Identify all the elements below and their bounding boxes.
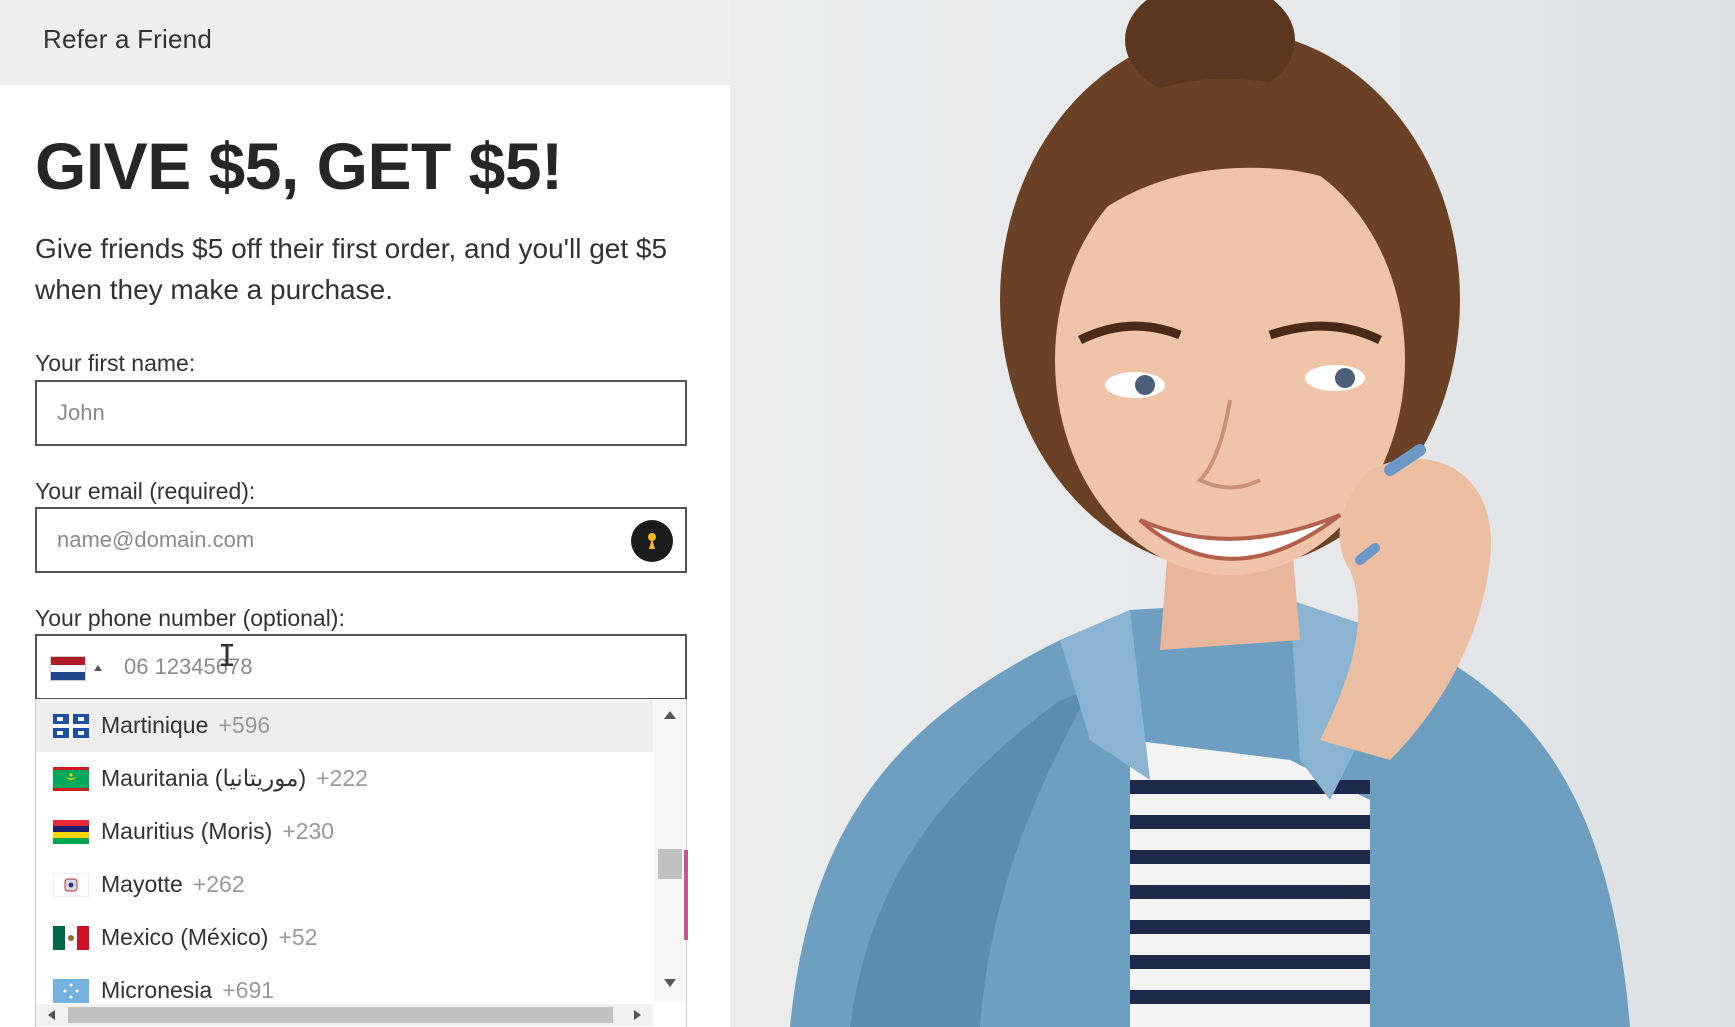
scroll-up-arrow-icon[interactable] [664,711,676,719]
scroll-down-arrow-icon[interactable] [664,979,676,987]
hero-photo [730,0,1735,1027]
vertical-scroll-thumb[interactable] [658,849,682,879]
top-bar: Refer a Friend [0,0,730,85]
submit-button-edge [684,850,688,940]
first-name-label: Your first name: [35,350,196,376]
keyhole-icon-bottom [649,538,655,549]
country-dial-code: +52 [278,924,318,950]
country-option-mayotte[interactable]: Mayotte +262 [36,858,653,911]
horizontal-scroll-thumb[interactable] [68,1007,613,1023]
vertical-scrollbar[interactable] [654,699,686,1002]
email-field-wrapper [35,507,687,573]
email-label: Your email (required): [35,478,256,504]
promo-subtitle: Give friends $5 off their first order, a… [35,233,668,305]
country-name: Micronesia [101,977,213,1003]
martinique-flag-icon [53,713,89,738]
mayotte-flag-icon [53,872,89,897]
referral-panel: Refer a Friend GIVE $5, GET $5! Give fri… [0,0,730,1027]
horizontal-scrollbar[interactable] [36,1004,653,1026]
email-input[interactable] [37,509,685,571]
mauritania-flag-icon [53,766,89,791]
text-cursor-icon: I [218,639,237,674]
mexico-flag-icon [53,925,89,950]
country-option-mexico[interactable]: Mexico (México) +52 [36,911,653,964]
country-dial-code: +596 [218,712,271,738]
mauritius-flag-icon [53,819,89,844]
password-manager-icon[interactable] [631,520,673,562]
country-name: Mexico (México) [101,924,269,950]
country-name: Mauritania (موريتانيا) [101,765,307,791]
country-dial-code: +262 [192,871,245,897]
country-name: Mauritius (Moris) [101,818,273,844]
first-name-field-wrapper [35,380,687,446]
promo-headline: GIVE $5, GET $5! [35,129,563,203]
phone-input[interactable] [37,636,685,698]
smiling-woman-illustration [790,0,1630,1027]
micronesia-flag-icon [53,978,89,1003]
country-dial-code: +222 [316,765,368,791]
phone-label: Your phone number (optional): [35,605,345,631]
country-code-selector[interactable] [50,656,106,682]
country-option-mauritania[interactable]: Mauritania (موريتانيا) +222 [36,752,653,805]
page-title: Refer a Friend [43,24,212,54]
country-dial-code: +230 [282,818,335,844]
phone-field-wrapper [35,634,687,700]
netherlands-flag-icon [50,656,86,681]
country-option-martinique[interactable]: Martinique +596 [36,699,653,752]
country-dropdown-list[interactable]: Martinique +596 Mauritania (موريتانيا) +… [35,699,687,1027]
country-option-mauritius[interactable]: Mauritius (Moris) +230 [36,805,653,858]
country-dial-code: +691 [222,977,275,1003]
scroll-right-arrow-icon[interactable] [634,1010,641,1020]
caret-up-icon [94,665,102,671]
country-name: Mayotte [101,871,183,897]
first-name-input[interactable] [37,382,685,444]
country-name: Martinique [101,712,209,738]
scroll-left-arrow-icon[interactable] [48,1010,55,1020]
